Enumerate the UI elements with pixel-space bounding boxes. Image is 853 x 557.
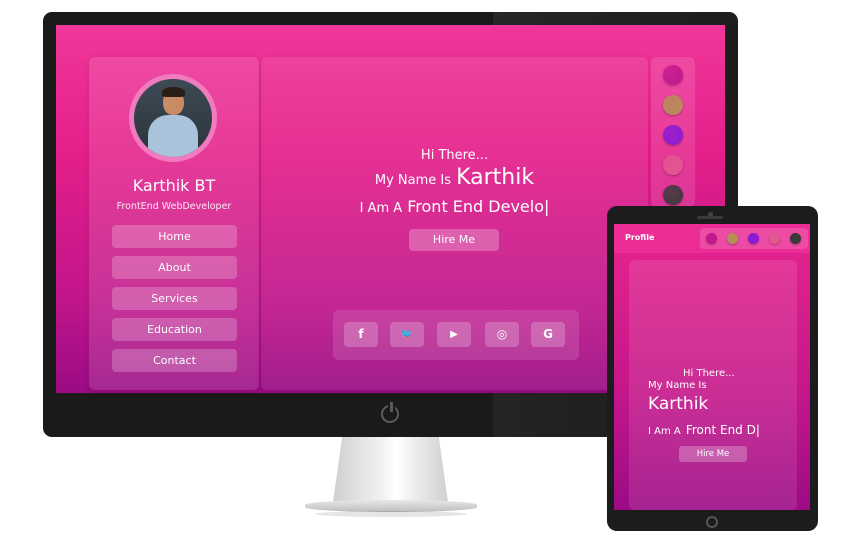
- tablet-hero-card: Hi There... My Name Is Karthik I Am A Fr…: [629, 260, 797, 510]
- google-icon[interactable]: G: [531, 322, 565, 347]
- hero-role-line: I Am A Front End Develo|: [261, 197, 648, 216]
- tablet-theme-dot-gold[interactable]: [727, 233, 738, 244]
- tablet-header: Profile: [614, 224, 810, 253]
- hero-card: Hi There... My Name Is Karthik I Am A Fr…: [261, 57, 648, 390]
- tablet-screen: Profile Hi There... My Name Is Karthik I…: [614, 224, 810, 510]
- tablet-hero-name: Karthik: [648, 394, 709, 414]
- profile-name: Karthik BT: [132, 176, 216, 195]
- theme-dot-pink[interactable]: [663, 65, 683, 85]
- profile-photo: [134, 79, 212, 157]
- tablet-hero-role-typed: Front End D|: [685, 423, 760, 437]
- theme-dot-purple[interactable]: [663, 125, 683, 145]
- nav-services-button[interactable]: Services: [112, 287, 237, 310]
- monitor-stand-shadow: [315, 511, 467, 517]
- tablet-hero-greeting: Hi There...: [683, 368, 735, 379]
- nav-about-button[interactable]: About: [112, 256, 237, 279]
- youtube-icon[interactable]: ▶: [437, 322, 471, 347]
- tablet-theme-switcher: [700, 228, 808, 249]
- hero-name-prefix: My Name Is: [374, 173, 452, 188]
- theme-dot-gold[interactable]: [663, 95, 683, 115]
- twitter-icon[interactable]: 🐦: [390, 322, 424, 347]
- tablet-theme-dot-purple[interactable]: [748, 233, 759, 244]
- tablet-speaker: [697, 216, 723, 219]
- tablet-home-button-icon: [704, 514, 718, 528]
- instagram-icon[interactable]: ◎: [485, 322, 519, 347]
- hero-greeting: Hi There...: [420, 148, 489, 163]
- tablet-hero-role-line: I Am A Front End D|: [648, 419, 760, 438]
- hero-role-prefix: I Am A: [359, 201, 403, 216]
- avatar: [129, 74, 217, 162]
- hero-name-line: My Name Is Karthik: [261, 165, 648, 190]
- monitor-stand-neck: [333, 437, 448, 502]
- tablet-hire-me-button[interactable]: Hire Me: [679, 446, 747, 462]
- tablet-theme-dot-pink[interactable]: [706, 233, 717, 244]
- tablet-device: Profile Hi There... My Name Is Karthik I…: [607, 206, 818, 531]
- facebook-icon[interactable]: f: [344, 322, 378, 347]
- nav-education-button[interactable]: Education: [112, 318, 237, 341]
- nav-contact-button[interactable]: Contact: [112, 349, 237, 372]
- tablet-hero-role-prefix: I Am A: [648, 426, 681, 437]
- tablet-hero-name-prefix: My Name Is: [648, 380, 707, 391]
- profile-sidebar: Karthik BT FrontEnd WebDeveloper Home Ab…: [89, 57, 259, 390]
- hero-role-typed: Front End Develo|: [407, 197, 550, 216]
- tablet-brand[interactable]: Profile: [625, 233, 654, 242]
- hire-me-button[interactable]: Hire Me: [409, 229, 499, 251]
- hero-name: Karthik: [456, 165, 535, 190]
- theme-switcher: [651, 57, 695, 207]
- profile-role: FrontEnd WebDeveloper: [116, 201, 232, 212]
- social-links-bar: f 🐦 ▶ ◎ G: [333, 310, 579, 360]
- theme-dot-dark[interactable]: [663, 185, 683, 205]
- theme-dot-rose[interactable]: [663, 155, 683, 175]
- power-icon: [377, 400, 403, 426]
- nav-home-button[interactable]: Home: [112, 225, 237, 248]
- tablet-theme-dot-rose[interactable]: [769, 233, 780, 244]
- tablet-theme-dot-dark[interactable]: [790, 233, 801, 244]
